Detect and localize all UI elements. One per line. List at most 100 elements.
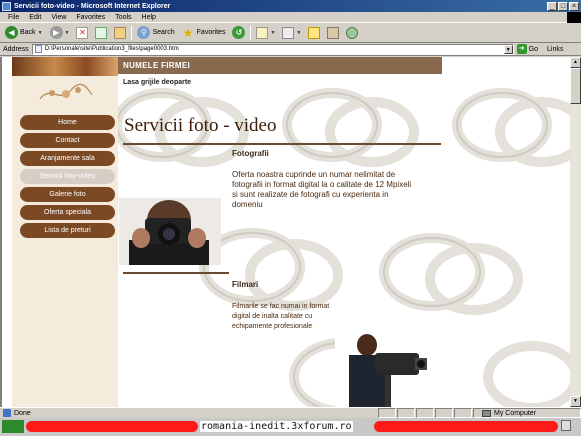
nav-item-galerie-foto[interactable]: Galerie foto xyxy=(20,187,115,202)
text-line: domeniu xyxy=(232,200,263,209)
text-line: Oferta noastra cuprinde un numar nelimit… xyxy=(232,170,396,179)
address-bar: Address D:\Personale\site\Publication3_f… xyxy=(0,43,581,56)
window-title: Servicii foto-video - Microsoft Internet… xyxy=(14,2,171,10)
text-line: si sunt realizate de fotografi cu experi… xyxy=(232,190,389,199)
status-text: Done xyxy=(14,409,31,417)
chevron-down-icon[interactable]: ▼ xyxy=(38,30,43,36)
go-button[interactable]: ➜ Go xyxy=(516,44,539,54)
search-icon: ⚲ xyxy=(137,26,151,39)
tray-icon[interactable] xyxy=(561,420,571,431)
text-line: echipamente profesionale xyxy=(232,323,313,330)
title-divider xyxy=(123,143,441,145)
messenger-button[interactable] xyxy=(344,25,360,41)
maximize-button[interactable]: □ xyxy=(558,1,568,11)
status-pane xyxy=(454,408,472,418)
back-arrow-icon: ◀ xyxy=(5,26,18,39)
home-button[interactable] xyxy=(112,25,128,41)
start-button[interactable] xyxy=(2,420,24,433)
photographer-photo xyxy=(119,198,221,265)
home-icon xyxy=(114,26,127,39)
scroll-down-button[interactable]: ▼ xyxy=(570,396,581,407)
address-value: D:\Personale\site\Publication3_files\pag… xyxy=(44,46,179,52)
chevron-down-icon[interactable]: ▼ xyxy=(65,30,70,36)
print-icon xyxy=(282,26,295,39)
back-button[interactable]: ◀ Back ▼ xyxy=(3,25,45,41)
back-label: Back xyxy=(20,29,36,36)
links-button[interactable]: Links xyxy=(547,46,563,53)
page-done-icon xyxy=(3,409,11,417)
floral-ornament-icon xyxy=(39,83,93,100)
watermark-text: romania-inedit.3xforum.ro xyxy=(200,421,353,432)
nav-item-contact[interactable]: Contact xyxy=(20,133,115,148)
toolbar-separator xyxy=(131,25,133,40)
menu-help[interactable]: Help xyxy=(137,14,161,21)
menu-bar: File Edit View Favorites Tools Help xyxy=(0,11,581,23)
search-button[interactable]: ⚲ Search xyxy=(135,25,176,41)
edit-button[interactable] xyxy=(306,25,322,41)
chevron-down-icon[interactable]: ▼ xyxy=(503,44,513,54)
favorites-label: Favorites xyxy=(196,29,226,36)
sidebar-nav: Home Contact Aranjamente sala Servicii f… xyxy=(20,115,116,241)
status-main: Done xyxy=(0,409,378,417)
ie-icon xyxy=(2,1,11,11)
redaction-mark xyxy=(374,421,558,432)
nav-item-home[interactable]: Home xyxy=(20,115,115,130)
status-pane xyxy=(435,408,453,418)
forward-arrow-icon: ▶ xyxy=(49,26,63,39)
research-button[interactable] xyxy=(325,25,341,41)
brand-banner: NUMELE FIRMEI xyxy=(118,57,442,74)
vertical-scrollbar[interactable]: ▲ ▼ xyxy=(570,57,581,407)
minimize-button[interactable]: _ xyxy=(547,1,557,11)
nav-item-aranjamente-sala[interactable]: Aranjamente sala xyxy=(20,151,115,166)
web-page: NUMELE FIRMEI Lasa grijile deoparte Home… xyxy=(0,57,570,407)
mail-button[interactable]: ▼ xyxy=(254,25,277,41)
favorites-button[interactable]: ★ Favorites xyxy=(180,25,228,41)
forward-button[interactable]: ▶ ▼ xyxy=(48,25,72,41)
stop-button[interactable]: ✕ xyxy=(74,25,90,41)
search-label: Search xyxy=(152,29,175,36)
window-controls: _ □ × xyxy=(547,1,579,11)
go-label: Go xyxy=(528,45,539,53)
section-text-fotografii: Oferta noastra cuprinde un numar nelimit… xyxy=(232,170,442,210)
text-line: digital de inalta calitate cu xyxy=(232,313,313,320)
section-title-filmari: Filmari xyxy=(232,280,259,289)
nav-item-lista-de-preturi[interactable]: Lista de preturi xyxy=(20,223,115,238)
mail-icon xyxy=(256,26,269,39)
refresh-icon xyxy=(95,26,108,39)
text-line: fotografii in format digital la o calita… xyxy=(232,180,412,189)
menu-tools[interactable]: Tools xyxy=(110,14,136,21)
address-input[interactable]: D:\Personale\site\Publication3_files\pag… xyxy=(31,43,514,55)
nav-item-servicii-foto-video[interactable]: Servicii foto-video xyxy=(20,169,115,184)
nav-item-oferta-speciala[interactable]: Oferta speciala xyxy=(20,205,115,220)
menu-favorites[interactable]: Favorites xyxy=(71,14,110,21)
chevron-down-icon[interactable]: ▼ xyxy=(270,30,275,36)
menu-view[interactable]: View xyxy=(46,14,71,21)
redaction-mark xyxy=(26,421,198,432)
title-bar: Servicii foto-video - Microsoft Internet… xyxy=(0,0,581,12)
star-icon: ★ xyxy=(182,25,194,40)
zone-label: My Computer xyxy=(494,409,537,417)
chevron-down-icon[interactable]: ▼ xyxy=(296,30,301,36)
folder-icon xyxy=(308,26,321,39)
close-button[interactable]: × xyxy=(569,1,579,11)
menu-edit[interactable]: Edit xyxy=(24,14,46,21)
status-pane xyxy=(378,408,396,418)
status-pane xyxy=(416,408,434,418)
section-divider xyxy=(123,272,229,274)
windows-logo-icon xyxy=(567,11,581,23)
menu-file[interactable]: File xyxy=(3,14,24,21)
refresh-button[interactable] xyxy=(93,25,109,41)
print-button[interactable]: ▼ xyxy=(280,25,303,41)
research-icon xyxy=(327,26,340,39)
page-icon xyxy=(34,45,42,53)
history-button[interactable]: ↺ xyxy=(230,25,247,41)
scroll-up-button[interactable]: ▲ xyxy=(570,57,581,68)
floral-banner-image xyxy=(12,57,118,76)
messenger-icon xyxy=(346,26,359,39)
status-bar: Done My Computer xyxy=(0,407,581,418)
computer-icon xyxy=(482,409,491,417)
security-zone: My Computer xyxy=(473,408,581,418)
tagline: Lasa grijile deoparte xyxy=(123,79,192,86)
scroll-thumb[interactable] xyxy=(570,68,581,104)
address-label: Address xyxy=(3,45,29,53)
